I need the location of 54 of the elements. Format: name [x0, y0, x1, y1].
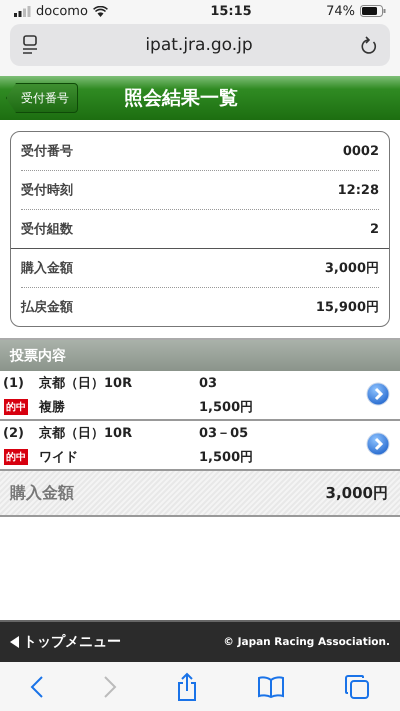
race-name: 京都（日）10R — [39, 374, 134, 392]
reload-icon[interactable] — [360, 35, 378, 55]
section-header: 投票内容 — [0, 338, 400, 371]
wifi-icon — [92, 6, 108, 16]
reader-icon — [22, 35, 38, 55]
bet-type: 複勝 — [39, 398, 66, 416]
triangle-icon — [10, 636, 19, 648]
field-label: 購入金額 — [21, 260, 73, 277]
bet-type: ワイド — [39, 449, 79, 466]
toolbar-button[interactable] — [344, 674, 370, 700]
back-button[interactable]: 受付番号 — [6, 83, 78, 113]
detail-button[interactable] — [366, 432, 390, 458]
field-value: 3,000円 — [324, 260, 379, 277]
address-bar[interactable]: ipat.jra.go.jp — [10, 24, 390, 66]
bet-combination: 03 — [199, 376, 218, 390]
page-title: 照会結果一覧 — [124, 86, 238, 111]
bet-amount: 1,500円 — [199, 449, 254, 466]
bet-combination: 03－05 — [199, 425, 250, 442]
back-icon — [30, 674, 44, 698]
tabs-icon — [344, 674, 370, 700]
forward-icon — [102, 674, 117, 698]
carrier-name: docomo — [36, 4, 88, 18]
toolbar-button[interactable] — [176, 672, 198, 702]
signal-icon — [14, 6, 31, 16]
bet-row[interactable]: (1) 京都（日）10R 03 的中 複勝 1,500円 — [0, 371, 400, 421]
share-icon — [176, 672, 198, 702]
field-value: 2 — [370, 222, 379, 236]
field-label: 受付組数 — [21, 220, 73, 238]
bet-amount: 1,500円 — [199, 399, 254, 416]
race-name: 京都（日）10R — [39, 424, 134, 442]
status-time: 15:15 — [210, 4, 252, 18]
toolbar-button[interactable] — [30, 674, 44, 698]
total-value: 3,000円 — [326, 484, 388, 502]
hit-badge: 的中 — [4, 399, 28, 415]
copyright-text: © Japan Racing Association. — [223, 636, 390, 648]
detail-button[interactable] — [366, 382, 390, 408]
field-value: 15,900円 — [316, 299, 379, 316]
book-icon — [257, 674, 286, 698]
field-value: 12:28 — [338, 182, 379, 198]
field-label: 受付時刻 — [21, 182, 73, 199]
total-label: 購入金額 — [10, 482, 74, 504]
field-label: 受付番号 — [21, 142, 73, 160]
battery-icon — [360, 5, 386, 17]
top-menu-link[interactable]: トップメニュー — [10, 633, 121, 651]
chevron-icon — [366, 432, 390, 456]
chevron-icon — [366, 382, 390, 406]
field-label: 払戻金額 — [21, 298, 73, 316]
toolbar-button[interactable] — [257, 674, 286, 698]
battery-percent: 74% — [326, 4, 355, 18]
url-text: ipat.jra.go.jp — [145, 35, 253, 55]
field-value: 0002 — [342, 144, 379, 158]
hit-badge: 的中 — [4, 449, 28, 465]
bet-number: (2) — [3, 426, 25, 440]
bet-number: (1) — [3, 376, 25, 390]
